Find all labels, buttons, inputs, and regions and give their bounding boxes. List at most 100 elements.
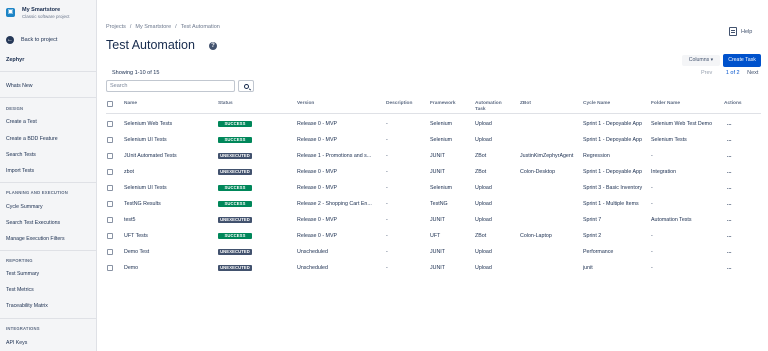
table-row[interactable]: UNEXECUTED test5 Release 0 - MVP - JUNIT Uplo…: [106, 212, 761, 228]
column-header-version[interactable]: Version: [297, 101, 314, 107]
cell-framework: Selenium: [430, 185, 453, 191]
search-button[interactable]: [238, 80, 254, 92]
breadcrumb-projects[interactable]: Projects: [106, 24, 126, 30]
actions-menu[interactable]: ...: [727, 153, 741, 160]
cell-name[interactable]: test5: [124, 217, 214, 224]
cell-cycle-name[interactable]: Sprint 1 - Depoyable App: [583, 169, 647, 176]
actions-menu[interactable]: ...: [727, 217, 741, 224]
row-checkbox[interactable]: [107, 121, 113, 127]
cell-cycle-name[interactable]: Regression: [583, 153, 647, 160]
sidebar-item-whats-new[interactable]: Whats New: [6, 83, 33, 89]
columns-dropdown[interactable]: Columns ▾: [682, 55, 720, 66]
breadcrumb-project[interactable]: My Smartstore: [135, 24, 171, 30]
cell-cycle-name[interactable]: Sprint 1 - Depoyable App: [583, 137, 647, 144]
cell-cycle-name[interactable]: junit: [583, 265, 647, 272]
cell-cycle-name[interactable]: Performance: [583, 249, 647, 256]
row-checkbox[interactable]: [107, 217, 113, 223]
cell-cycle-name[interactable]: Sprint 3 - Basic Inventory: [583, 185, 647, 192]
question-icon[interactable]: ?: [209, 42, 217, 50]
table-row[interactable]: SUCCESS TestNG Results Release 2 - Shoppin…: [106, 196, 761, 212]
actions-menu[interactable]: ...: [727, 137, 741, 144]
sidebar-item-test-metrics[interactable]: Test Metrics: [6, 287, 34, 293]
sidebar-item-traceability[interactable]: Traceability Matrix: [6, 303, 48, 309]
row-checkbox[interactable]: [107, 265, 113, 271]
actions-menu[interactable]: ...: [727, 201, 741, 208]
actions-menu[interactable]: ...: [727, 249, 741, 256]
sidebar-item-search-tests[interactable]: Search Tests: [6, 152, 36, 158]
row-checkbox[interactable]: [107, 137, 113, 143]
cell-name[interactable]: Demo: [124, 265, 214, 272]
cell-automation-task: Upload: [475, 217, 492, 223]
cell-cycle-name[interactable]: Sprint 7: [583, 217, 647, 224]
cell-name[interactable]: UFT Tests: [124, 233, 214, 240]
table-row[interactable]: UNEXECUTED Demo Unscheduled - JUNIT Upload jun…: [106, 260, 761, 276]
sidebar-item-create-bdd[interactable]: Create a BDD Feature: [6, 136, 58, 142]
column-header-status[interactable]: Status: [218, 101, 233, 107]
cell-name[interactable]: TestNG Results: [124, 201, 214, 208]
cell-name[interactable]: zbot: [124, 169, 214, 176]
row-checkbox[interactable]: [107, 153, 113, 159]
cell-cycle-name[interactable]: Sprint 2: [583, 233, 647, 240]
prev-button[interactable]: Prev: [701, 70, 712, 76]
column-header-cycle-name[interactable]: Cycle Name: [583, 101, 610, 107]
cell-folder-name[interactable]: -: [651, 185, 721, 192]
cell-name[interactable]: Selenium UI Tests: [124, 137, 214, 144]
column-header-name[interactable]: Name: [124, 101, 137, 107]
cell-folder-name[interactable]: Automation Tests: [651, 217, 721, 224]
row-checkbox[interactable]: [107, 185, 113, 191]
column-header-zbot[interactable]: ZBot: [520, 101, 531, 107]
cell-folder-name[interactable]: Selenium Web Test Demo: [651, 121, 721, 128]
divider: [0, 250, 97, 251]
actions-menu[interactable]: ...: [727, 185, 741, 192]
column-header-folder-name[interactable]: Folder Name: [651, 101, 680, 107]
cell-cycle-name[interactable]: Sprint 1 - Multiple Items: [583, 201, 647, 208]
actions-menu[interactable]: ...: [727, 169, 741, 176]
breadcrumb-current[interactable]: Test Automation: [181, 24, 220, 30]
sidebar-item-cycle-summary[interactable]: Cycle Summary: [6, 204, 43, 210]
sidebar-item-import-tests[interactable]: Import Tests: [6, 168, 34, 174]
cell-folder-name[interactable]: -: [651, 265, 721, 272]
row-checkbox[interactable]: [107, 169, 113, 175]
column-header-description[interactable]: Description: [386, 101, 412, 107]
cell-name[interactable]: JUnit Automated Tests: [124, 153, 214, 160]
cell-name[interactable]: Demo Test: [124, 249, 214, 256]
table-row[interactable]: SUCCESS Selenium UI Tests Release 0 - MVP -…: [106, 132, 761, 148]
back-to-project-link[interactable]: ← Back to project: [6, 36, 57, 44]
cell-name[interactable]: Selenium Web Tests: [124, 121, 214, 128]
table-row[interactable]: UNEXECUTED zbot Release 0 - MVP - JUNIT ZBot C…: [106, 164, 761, 180]
next-button[interactable]: Next: [747, 70, 758, 76]
sidebar-item-execution-filters[interactable]: Manage Execution Filters: [6, 236, 65, 242]
sidebar-item-test-summary[interactable]: Test Summary: [6, 271, 39, 277]
actions-menu[interactable]: ...: [727, 233, 741, 240]
column-header-automation-task[interactable]: Automation Task: [475, 101, 503, 113]
cell-folder-name[interactable]: -: [651, 233, 721, 240]
table-row[interactable]: UNEXECUTED JUnit Automated Tests Release 1…: [106, 148, 761, 164]
search-input[interactable]: [106, 80, 235, 92]
cell-folder-name[interactable]: -: [651, 249, 721, 256]
actions-menu[interactable]: ...: [727, 121, 741, 128]
cell-framework: Selenium: [430, 121, 453, 127]
table-row[interactable]: SUCCESS Selenium Web Tests Release 0 - MVP…: [106, 116, 761, 132]
table-row[interactable]: SUCCESS UFT Tests Release 0 - MVP - UFT ZBot C…: [106, 228, 761, 244]
actions-menu[interactable]: ...: [727, 265, 741, 272]
sidebar-item-api-keys[interactable]: API Keys: [6, 340, 27, 346]
row-checkbox[interactable]: [107, 249, 113, 255]
divider: [0, 182, 97, 183]
sidebar-item-search-executions[interactable]: Search Test Executions: [6, 220, 60, 226]
table-row[interactable]: UNEXECUTED Demo Test Unscheduled - JUNIT Uplo…: [106, 244, 761, 260]
column-header-framework[interactable]: Framework: [430, 101, 456, 107]
row-checkbox[interactable]: [107, 233, 113, 239]
cell-folder-name[interactable]: Selenium Tests: [651, 137, 721, 144]
sidebar-item-create-test[interactable]: Create a Test: [6, 119, 37, 125]
select-all-checkbox[interactable]: [107, 101, 113, 107]
help-button[interactable]: Help: [729, 27, 752, 36]
project-header[interactable]: ▣ My Smartstore Classic software project: [6, 7, 70, 20]
cell-cycle-name[interactable]: Sprint 1 - Depoyable App: [583, 121, 647, 128]
cell-name[interactable]: Selenium UI Tests: [124, 185, 214, 192]
cell-folder-name[interactable]: -: [651, 201, 721, 208]
cell-folder-name[interactable]: Integration: [651, 169, 721, 176]
cell-folder-name[interactable]: -: [651, 153, 721, 160]
create-task-button[interactable]: Create Task: [723, 54, 761, 67]
table-row[interactable]: SUCCESS Selenium UI Tests Release 0 - MVP -…: [106, 180, 761, 196]
row-checkbox[interactable]: [107, 201, 113, 207]
